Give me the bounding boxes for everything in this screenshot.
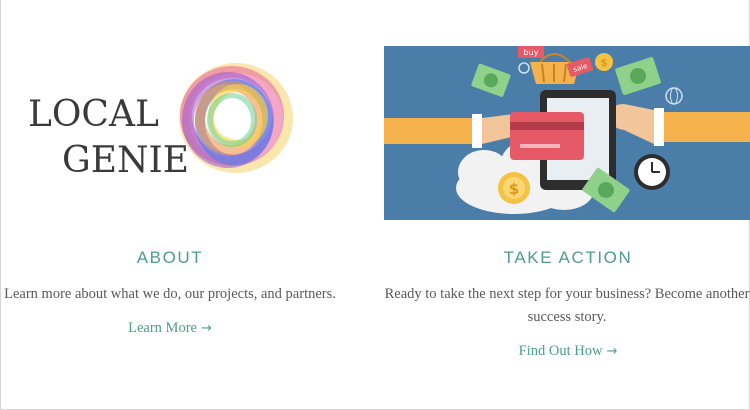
hero-illustration: $ buy sale $ (384, 46, 750, 220)
learn-more-link[interactable]: Learn More → (20, 320, 320, 337)
take-action-description-line2: success story. (527, 309, 607, 325)
right-hand-icon (610, 104, 750, 146)
left-hand-icon (384, 114, 530, 148)
about-description: Learn more about what we do, our project… (4, 286, 336, 302)
find-out-how-label: Find Out How (518, 343, 603, 359)
svg-text:$: $ (509, 180, 519, 198)
credit-card-icon (510, 112, 584, 160)
svg-text:buy: buy (524, 48, 539, 57)
coin-icon: $ (595, 53, 613, 71)
take-action-description: Ready to take the next step for your bus… (384, 283, 750, 329)
buy-tag-icon: buy (518, 46, 544, 58)
about-heading: ABOUT (136, 248, 204, 267)
find-out-how-link[interactable]: Find Out How → (418, 343, 718, 360)
logo-ring-icon (179, 63, 293, 173)
take-action-description-line1: Ready to take the next step for your bus… (384, 286, 750, 302)
clock-icon (634, 154, 670, 190)
arrow-right-icon: → (200, 321, 212, 336)
svg-text:$: $ (601, 58, 608, 69)
take-action-heading: TAKE ACTION (503, 248, 633, 267)
arrow-right-icon: → (606, 344, 618, 359)
sale-tag-icon: sale (566, 57, 594, 77)
logo-line1: LOCAL (28, 94, 159, 135)
banknote-icon (471, 63, 511, 97)
learn-more-label: Learn More (128, 320, 197, 336)
logo-line2: GENIE (62, 140, 189, 181)
coin-icon: $ (498, 172, 530, 204)
logo-graphic: LOCAL GENIE (28, 63, 293, 181)
globe-icon (665, 87, 683, 105)
local-genie-logo: LOCAL GENIE (22, 60, 322, 190)
outline-circle-icon (518, 62, 530, 74)
banknote-icon (615, 57, 661, 95)
